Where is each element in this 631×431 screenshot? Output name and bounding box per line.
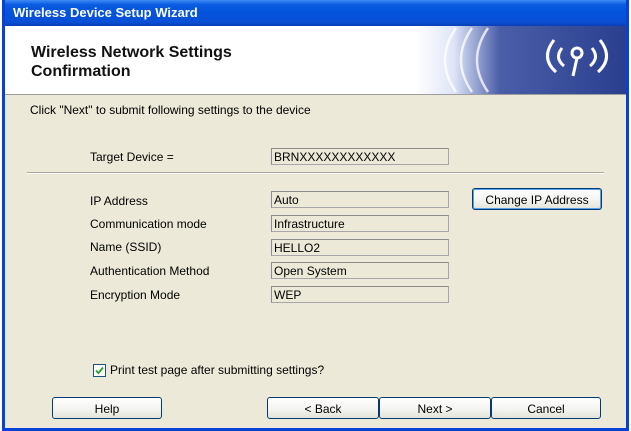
window-title: Wireless Device Setup Wizard — [13, 5, 198, 20]
page-title-line1: Wireless Network Settings — [31, 44, 232, 61]
ip-address-field: Auto — [271, 191, 449, 208]
ssid-label: Name (SSID) — [90, 240, 162, 254]
page-title-line2: Confirmation — [31, 63, 131, 80]
wireless-signal-icon — [443, 27, 608, 93]
change-ip-address-button[interactable]: Change IP Address — [472, 188, 602, 210]
wizard-window: Wireless Device Setup Wizard Wireless Ne… — [2, 0, 629, 431]
help-button[interactable]: Help — [52, 397, 162, 419]
page-title: Wireless Network Settings Confirmation — [31, 43, 232, 81]
communication-mode-label: Communication mode — [90, 217, 207, 231]
target-device-label: Target Device = — [90, 150, 174, 164]
encryption-mode-label: Encryption Mode — [90, 288, 181, 302]
cancel-button[interactable]: Cancel — [491, 397, 601, 419]
print-test-page-checkbox[interactable] — [93, 364, 106, 377]
target-device-field: BRNXXXXXXXXXXXX — [271, 148, 449, 165]
header-banner — [416, 26, 626, 94]
back-button[interactable]: < Back — [267, 397, 379, 419]
communication-mode-field: Infrastructure — [271, 215, 449, 232]
instruction-text: Click "Next" to submit following setting… — [30, 103, 311, 117]
ip-address-label: IP Address — [90, 194, 148, 208]
divider — [27, 172, 604, 174]
next-button[interactable]: Next > — [379, 397, 491, 419]
print-test-page-label[interactable]: Print test page after submitting setting… — [110, 363, 324, 377]
wizard-header: Wireless Network Settings Confirmation — [5, 26, 626, 95]
encryption-mode-field: WEP — [271, 286, 449, 303]
authentication-method-label: Authentication Method — [90, 264, 210, 278]
authentication-method-field: Open System — [271, 262, 449, 279]
window-title-bar[interactable]: Wireless Device Setup Wizard — [5, 0, 626, 26]
ssid-field: HELLO2 — [271, 239, 449, 256]
checkmark-icon — [95, 366, 104, 375]
